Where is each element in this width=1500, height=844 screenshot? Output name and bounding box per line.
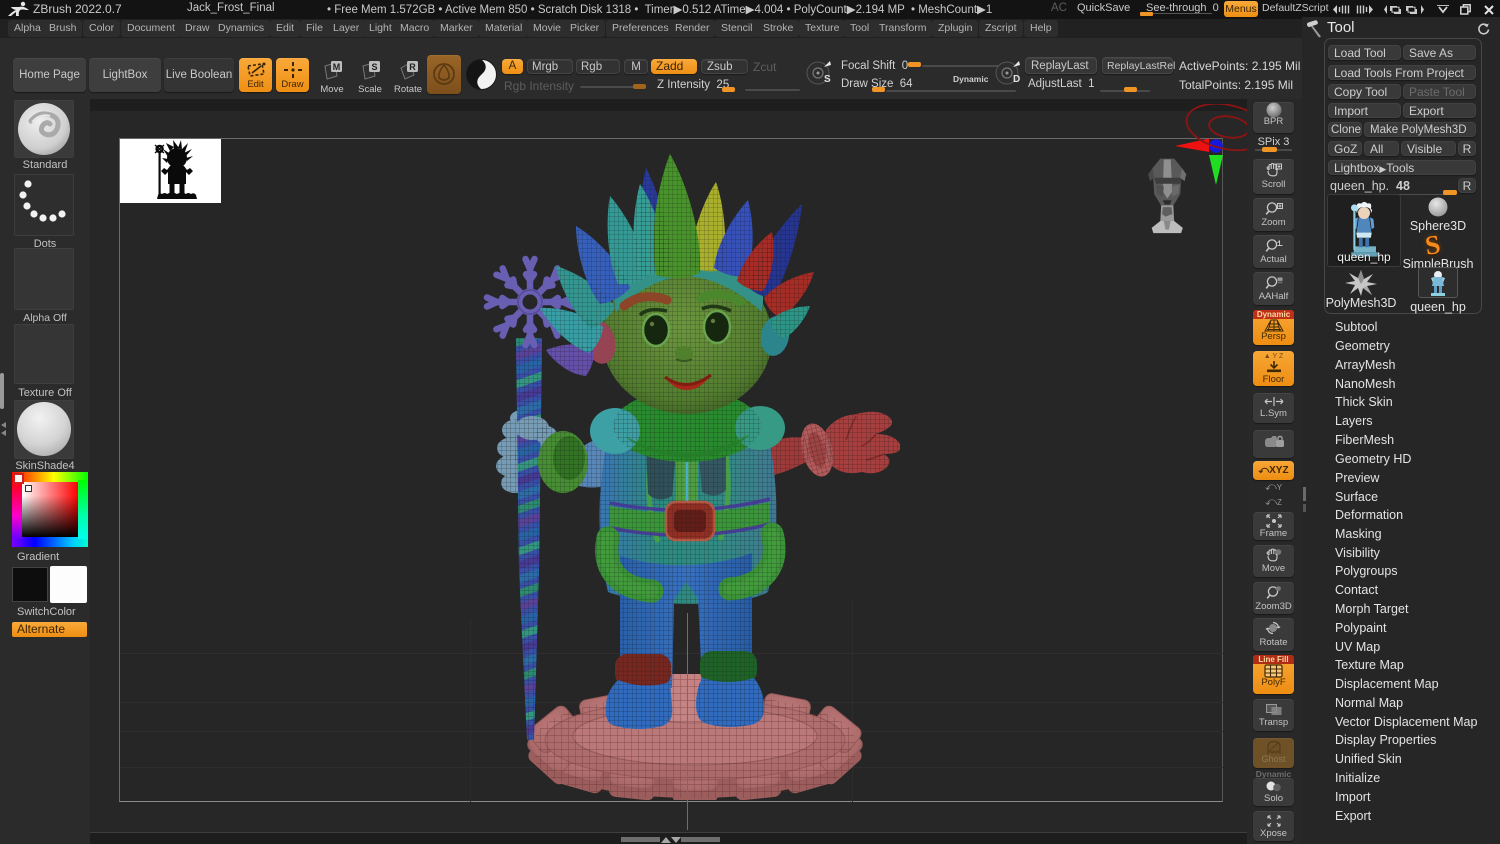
- svg-text:M: M: [333, 62, 341, 72]
- svg-text:D: D: [1013, 74, 1020, 85]
- svg-text:R: R: [409, 62, 416, 72]
- svg-text:S: S: [824, 74, 831, 85]
- svg-text:S: S: [371, 62, 377, 72]
